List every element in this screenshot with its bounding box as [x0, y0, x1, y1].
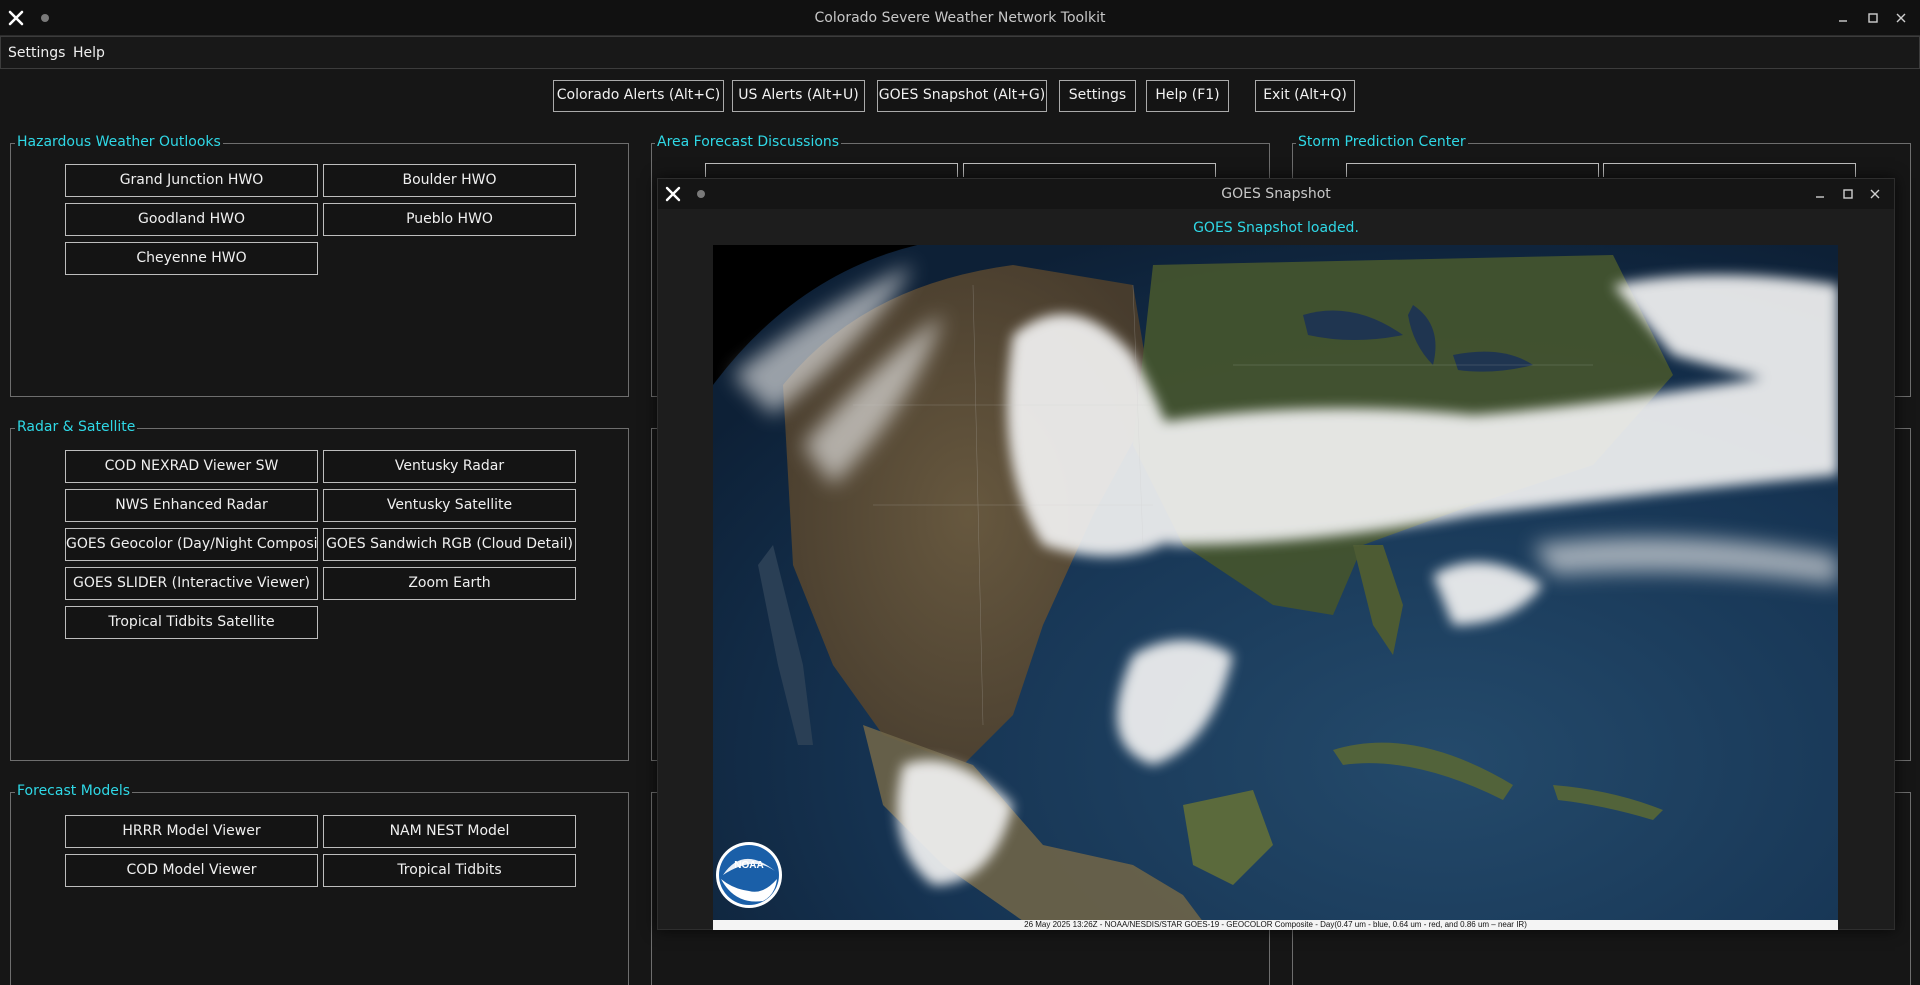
- goes-geocolor-button[interactable]: GOES Geocolor (Day/Night Composite): [65, 528, 318, 561]
- close-icon[interactable]: [1865, 184, 1885, 204]
- cod-model-viewer-button[interactable]: COD Model Viewer: [65, 854, 318, 887]
- menu-settings[interactable]: Settings: [8, 45, 65, 61]
- afd-group-title: Area Forecast Discussions: [655, 134, 842, 150]
- tropical-tidbits-satellite-button[interactable]: Tropical Tidbits Satellite: [65, 606, 318, 639]
- noaa-logo-icon: NOAA: [716, 842, 782, 908]
- cod-nexrad-viewer-button[interactable]: COD NEXRAD Viewer SW: [65, 450, 318, 483]
- radar-group-title: Radar & Satellite: [15, 419, 138, 435]
- goes-snapshot-button[interactable]: GOES Snapshot (Alt+G): [877, 80, 1047, 112]
- goes-sandwich-button[interactable]: GOES Sandwich RGB (Cloud Detail): [323, 528, 576, 561]
- goes-image-caption: 26 May 2025 13:26Z - NOAA/NESDIS/STAR GO…: [713, 920, 1838, 930]
- nam-nest-model-button[interactable]: NAM NEST Model: [323, 815, 576, 848]
- menu-help[interactable]: Help: [73, 45, 105, 61]
- goes-satellite-image: NOAA: [713, 245, 1838, 920]
- goes-titlebar: GOES Snapshot: [658, 179, 1894, 209]
- spc-button-1[interactable]: [1346, 163, 1599, 177]
- menu-bar: Settings Help: [0, 36, 1920, 69]
- goes-slider-button[interactable]: GOES SLIDER (Interactive Viewer): [65, 567, 318, 600]
- afd-button-1[interactable]: [705, 163, 958, 177]
- main-titlebar: Colorado Severe Weather Network Toolkit: [0, 0, 1920, 36]
- goes-window-title: GOES Snapshot: [1221, 186, 1331, 202]
- maximize-icon[interactable]: [1838, 184, 1858, 204]
- zoom-earth-button[interactable]: Zoom Earth: [323, 567, 576, 600]
- maximize-icon[interactable]: [1863, 8, 1883, 28]
- grand-junction-hwo-button[interactable]: Grand Junction HWO: [65, 164, 318, 197]
- close-icon[interactable]: [1891, 8, 1911, 28]
- tropical-tidbits-button[interactable]: Tropical Tidbits: [323, 854, 576, 887]
- help-button[interactable]: Help (F1): [1146, 80, 1229, 112]
- goes-snapshot-window: GOES Snapshot GOES Snapshot loaded. NOAA…: [657, 178, 1895, 930]
- nws-enhanced-radar-button[interactable]: NWS Enhanced Radar: [65, 489, 318, 522]
- pueblo-hwo-button[interactable]: Pueblo HWO: [323, 203, 576, 236]
- spc-button-2[interactable]: [1603, 163, 1856, 177]
- spc-group-title: Storm Prediction Center: [1296, 134, 1468, 150]
- ventusky-satellite-button[interactable]: Ventusky Satellite: [323, 489, 576, 522]
- minimize-icon[interactable]: [1833, 8, 1853, 28]
- models-group-title: Forecast Models: [15, 783, 133, 799]
- svg-text:NOAA: NOAA: [734, 860, 763, 871]
- hrrr-model-viewer-button[interactable]: HRRR Model Viewer: [65, 815, 318, 848]
- window-title: Colorado Severe Weather Network Toolkit: [814, 10, 1106, 26]
- hwo-group-title: Hazardous Weather Outlooks: [15, 134, 223, 150]
- goodland-hwo-button[interactable]: Goodland HWO: [65, 203, 318, 236]
- us-alerts-button[interactable]: US Alerts (Alt+U): [732, 80, 865, 112]
- minimize-icon[interactable]: [1810, 184, 1830, 204]
- cheyenne-hwo-button[interactable]: Cheyenne HWO: [65, 242, 318, 275]
- afd-button-2[interactable]: [963, 163, 1216, 177]
- exit-button[interactable]: Exit (Alt+Q): [1255, 80, 1355, 112]
- ventusky-radar-button[interactable]: Ventusky Radar: [323, 450, 576, 483]
- settings-button[interactable]: Settings: [1059, 80, 1136, 112]
- goes-status-text: GOES Snapshot loaded.: [1193, 220, 1359, 236]
- colorado-alerts-button[interactable]: Colorado Alerts (Alt+C): [553, 80, 724, 112]
- boulder-hwo-button[interactable]: Boulder HWO: [323, 164, 576, 197]
